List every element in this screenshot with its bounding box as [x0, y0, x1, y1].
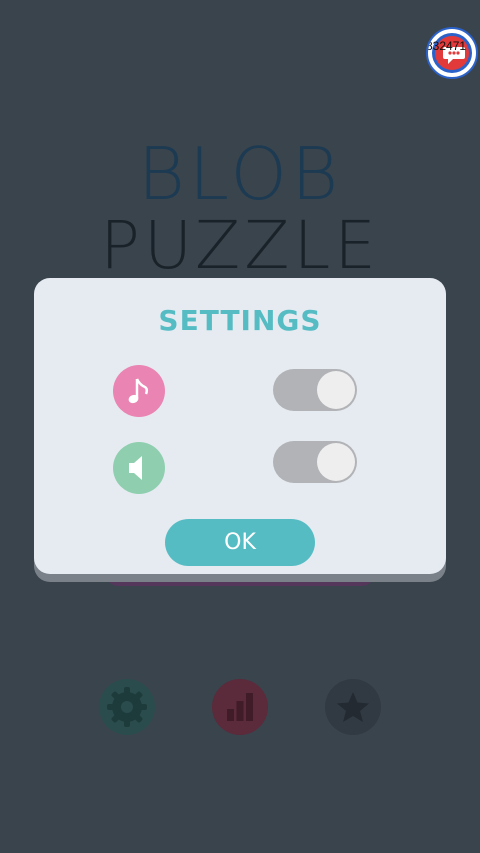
badge-count: 832471 — [426, 39, 467, 53]
gear-icon — [107, 687, 147, 727]
sound-toggle[interactable] — [273, 441, 357, 483]
toggle-knob — [317, 443, 355, 481]
game-title-line2: PUZZLE — [100, 207, 380, 284]
speaker-icon — [113, 442, 165, 494]
toggle-knob — [317, 371, 355, 409]
music-toggle[interactable] — [273, 369, 357, 411]
star-icon — [337, 692, 369, 722]
bar-chart-icon — [227, 693, 253, 721]
settings-gear-button[interactable] — [99, 679, 155, 735]
notification-badge[interactable]: 832471 — [426, 27, 478, 79]
settings-dialog: SETTINGS OK — [34, 278, 446, 574]
music-note-icon — [113, 365, 165, 417]
leaderboard-button[interactable] — [212, 679, 268, 735]
ok-button[interactable]: OK — [165, 519, 315, 566]
rate-button[interactable] — [325, 679, 381, 735]
game-title-line1: BLOB — [137, 132, 343, 216]
dialog-title: SETTINGS — [158, 304, 322, 337]
